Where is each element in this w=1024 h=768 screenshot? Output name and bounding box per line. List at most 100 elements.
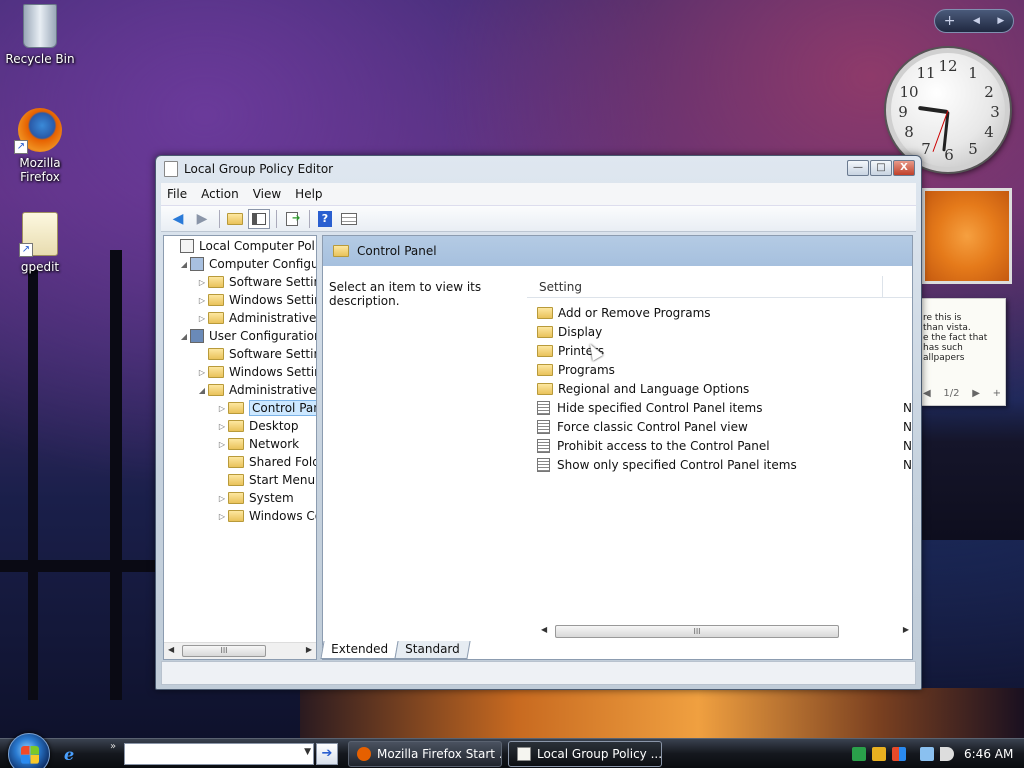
scroll-left-arrow[interactable]: ◀ [541, 625, 547, 634]
tree-horizontal-scrollbar[interactable]: ◀ III ▶ [164, 642, 316, 659]
window-controls: — □ X [846, 160, 915, 176]
taskbar-button-firefox[interactable]: Mozilla Firefox Start ... [348, 741, 502, 767]
tree-expander-icon[interactable]: ▷ [196, 314, 208, 323]
notes-next-button[interactable]: ▶ [972, 388, 980, 399]
up-folder-icon[interactable] [224, 209, 246, 229]
tree-expander-icon[interactable]: ▷ [216, 404, 228, 413]
address-dropdown-icon[interactable]: ▼ [304, 747, 311, 757]
properties-icon[interactable] [338, 209, 360, 229]
tree-expander-icon[interactable]: ◢ [178, 260, 190, 269]
clock-number: 2 [984, 83, 994, 101]
address-go-button[interactable]: ➔ [316, 743, 338, 765]
tree-expander-icon[interactable]: ▷ [216, 512, 228, 521]
safely-remove-hardware-icon[interactable] [852, 747, 866, 761]
menu-file[interactable]: File [167, 187, 187, 201]
notes-add-button[interactable]: + [993, 388, 1001, 399]
tree-item-label: Control Panel [249, 400, 316, 416]
tab-extended[interactable]: Extended [320, 641, 399, 659]
tree-item[interactable]: ▷ Network [216, 435, 299, 453]
security-shield-icon[interactable] [872, 747, 886, 761]
minimize-button[interactable]: — [847, 160, 869, 176]
details-horizontal-scrollbar[interactable]: ◀ III ▶ [537, 623, 912, 640]
toolbar: ◀ ▶ ➔ ? [161, 205, 916, 232]
tree-item[interactable]: ▷ Software Settings [196, 273, 316, 291]
tree-expander-icon[interactable]: ▷ [196, 296, 208, 305]
tree-expander-icon[interactable]: ◢ [196, 386, 208, 395]
slideshow-gadget[interactable] [922, 188, 1012, 284]
policy-setting-row[interactable]: Force classic Control Panel view Not [537, 417, 912, 436]
scroll-right-arrow[interactable]: ▶ [306, 645, 312, 654]
tree-item[interactable]: Start Menu ar [216, 471, 316, 489]
address-toolbar-input[interactable]: ▼ [124, 743, 314, 765]
tree-item[interactable]: ▷ Administrative Te [196, 309, 316, 327]
policy-setting-row[interactable]: Show only specified Control Panel items N… [537, 455, 912, 474]
tree-item[interactable]: ▷ Windows Setting [196, 291, 316, 309]
notes-prev-button[interactable]: ◀ [923, 388, 931, 399]
clock-gadget[interactable]: 12 1 2 3 4 5 6 7 8 9 10 11 [886, 48, 1010, 172]
menu-action[interactable]: Action [201, 187, 239, 201]
help-icon[interactable]: ? [314, 209, 336, 229]
scrollbar-thumb[interactable]: III [182, 645, 266, 657]
add-gadget-button[interactable]: + [944, 13, 956, 29]
tab-standard[interactable]: Standard [394, 641, 471, 659]
desktop-icon-recycle-bin[interactable]: Recycle Bin [0, 4, 80, 66]
tree-pane[interactable]: Local Computer Policy ◢ Computer Configura… [163, 235, 317, 660]
show-hide-tree-icon[interactable] [248, 208, 270, 229]
network-icon[interactable] [920, 747, 934, 761]
title-bar[interactable]: Local Group Policy Editor — □ X [156, 156, 921, 182]
tree-expander-icon[interactable]: ◢ [178, 332, 190, 341]
policy-setting-row[interactable]: Hide specified Control Panel items Not [537, 398, 912, 417]
column-header-setting[interactable]: Setting [527, 276, 883, 297]
tree-expander-icon[interactable]: ▷ [216, 494, 228, 503]
export-list-icon[interactable]: ➔ [281, 209, 303, 229]
scroll-right-arrow[interactable]: ▶ [903, 625, 909, 634]
tree-item[interactable]: ◢ Administrative Te [196, 381, 317, 399]
back-icon[interactable]: ◀ [167, 209, 189, 229]
tree-item[interactable]: ◢ User Configuration [178, 327, 316, 345]
forward-icon[interactable]: ▶ [191, 209, 213, 229]
tree-expander-icon[interactable]: ▷ [196, 368, 208, 377]
tree-item[interactable]: ▷ Windows Cor [216, 507, 316, 525]
quick-launch-more-icon[interactable]: » [110, 741, 116, 752]
scrollbar-thumb[interactable]: III [555, 625, 839, 638]
tree-expander-icon[interactable]: ▷ [216, 440, 228, 449]
settings-folder-row[interactable]: Add or Remove Programs [537, 303, 711, 322]
folder-icon [208, 294, 224, 306]
menu-help[interactable]: Help [295, 187, 322, 201]
previous-gadget-button[interactable]: ◀ [973, 16, 980, 26]
desktop-icon-gpedit[interactable]: ↗ gpedit [0, 212, 80, 274]
taskbar-clock[interactable]: 6:46 AM [964, 747, 1013, 761]
tree-item[interactable]: ▷ System [216, 489, 294, 507]
policy-setting-row[interactable]: Prohibit access to the Control Panel Not [537, 436, 912, 455]
tree-expander-icon[interactable]: ▷ [196, 278, 208, 287]
tree-item[interactable]: Shared Folder [216, 453, 316, 471]
settings-folder-row[interactable]: Regional and Language Options [537, 379, 749, 398]
taskbar-button-gpedit[interactable]: Local Group Policy ... [508, 741, 662, 767]
tree-item[interactable]: Local Computer Policy [168, 237, 316, 255]
tree-item[interactable]: ▷ Windows Setting [196, 363, 316, 381]
tree-item[interactable]: Software Settings [196, 345, 316, 363]
tree-item[interactable]: ▷ Desktop [216, 417, 299, 435]
start-button[interactable] [8, 733, 50, 768]
folder-icon [228, 474, 244, 486]
clock-number: 10 [899, 83, 919, 101]
next-gadget-button[interactable]: ▶ [997, 16, 1004, 26]
folder-icon [228, 420, 244, 432]
desktop-icon-firefox[interactable]: ↗ Mozilla Firefox [0, 108, 80, 184]
settings-folder-row[interactable]: Display [537, 322, 602, 341]
internet-explorer-icon[interactable]: e [64, 745, 74, 764]
tree-item-label: Administrative Te [229, 383, 317, 397]
windows-flag-icon[interactable] [892, 747, 906, 761]
policy-setting-icon [537, 400, 550, 415]
tree-item[interactable]: ▷ Control Panel [216, 399, 316, 417]
settings-folder-row[interactable]: Programs [537, 360, 615, 379]
close-button[interactable]: X [893, 160, 915, 176]
volume-icon[interactable] [940, 747, 954, 761]
tree-item[interactable]: ◢ Computer Configura [178, 255, 316, 273]
notes-gadget[interactable]: re this is than vista. e the fact that h… [920, 298, 1006, 406]
maximize-button[interactable]: □ [870, 160, 892, 176]
scroll-left-arrow[interactable]: ◀ [168, 645, 174, 654]
tree-expander-icon[interactable]: ▷ [216, 422, 228, 431]
folder-icon [537, 363, 553, 376]
menu-view[interactable]: View [253, 187, 281, 201]
